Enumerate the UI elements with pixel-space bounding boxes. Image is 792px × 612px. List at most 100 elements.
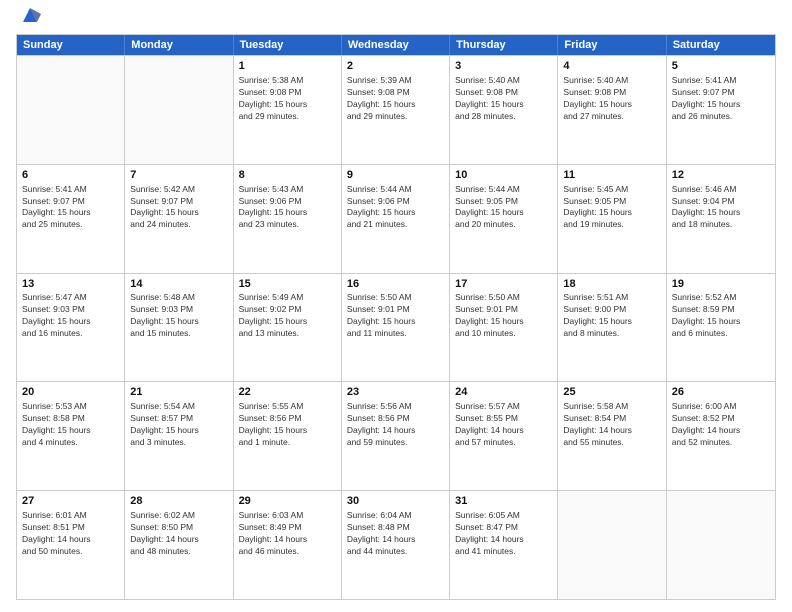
calendar-cell: 14Sunrise: 5:48 AM Sunset: 9:03 PM Dayli… <box>125 274 233 382</box>
cell-day-number: 5 <box>672 59 770 74</box>
cell-day-number: 2 <box>347 59 444 74</box>
cell-day-number: 11 <box>563 168 660 183</box>
cell-day-number: 23 <box>347 385 444 400</box>
calendar-cell: 7Sunrise: 5:42 AM Sunset: 9:07 PM Daylig… <box>125 165 233 273</box>
weekday-header-friday: Friday <box>558 35 666 55</box>
cell-info: Sunrise: 6:04 AM Sunset: 8:48 PM Dayligh… <box>347 510 444 558</box>
cell-day-number: 21 <box>130 385 227 400</box>
cell-day-number: 25 <box>563 385 660 400</box>
cell-info: Sunrise: 5:40 AM Sunset: 9:08 PM Dayligh… <box>455 75 552 123</box>
calendar-cell: 28Sunrise: 6:02 AM Sunset: 8:50 PM Dayli… <box>125 491 233 599</box>
cell-day-number: 15 <box>239 277 336 292</box>
cell-day-number: 26 <box>672 385 770 400</box>
calendar-cell: 11Sunrise: 5:45 AM Sunset: 9:05 PM Dayli… <box>558 165 666 273</box>
calendar-cell: 18Sunrise: 5:51 AM Sunset: 9:00 PM Dayli… <box>558 274 666 382</box>
cell-info: Sunrise: 5:50 AM Sunset: 9:01 PM Dayligh… <box>455 292 552 340</box>
calendar-cell: 22Sunrise: 5:55 AM Sunset: 8:56 PM Dayli… <box>234 382 342 490</box>
calendar-row-2: 13Sunrise: 5:47 AM Sunset: 9:03 PM Dayli… <box>17 273 775 382</box>
cell-info: Sunrise: 5:43 AM Sunset: 9:06 PM Dayligh… <box>239 184 336 232</box>
cell-info: Sunrise: 6:03 AM Sunset: 8:49 PM Dayligh… <box>239 510 336 558</box>
calendar-cell: 30Sunrise: 6:04 AM Sunset: 8:48 PM Dayli… <box>342 491 450 599</box>
calendar-header: SundayMondayTuesdayWednesdayThursdayFrid… <box>17 35 775 55</box>
cell-info: Sunrise: 5:53 AM Sunset: 8:58 PM Dayligh… <box>22 401 119 449</box>
cell-info: Sunrise: 5:58 AM Sunset: 8:54 PM Dayligh… <box>563 401 660 449</box>
calendar-cell: 29Sunrise: 6:03 AM Sunset: 8:49 PM Dayli… <box>234 491 342 599</box>
cell-info: Sunrise: 5:50 AM Sunset: 9:01 PM Dayligh… <box>347 292 444 340</box>
weekday-header-tuesday: Tuesday <box>234 35 342 55</box>
cell-day-number: 27 <box>22 494 119 509</box>
page: SundayMondayTuesdayWednesdayThursdayFrid… <box>0 0 792 612</box>
weekday-header-sunday: Sunday <box>17 35 125 55</box>
cell-day-number: 3 <box>455 59 552 74</box>
calendar-row-1: 6Sunrise: 5:41 AM Sunset: 9:07 PM Daylig… <box>17 164 775 273</box>
cell-day-number: 10 <box>455 168 552 183</box>
cell-day-number: 29 <box>239 494 336 509</box>
calendar-cell: 5Sunrise: 5:41 AM Sunset: 9:07 PM Daylig… <box>667 56 775 164</box>
cell-day-number: 31 <box>455 494 552 509</box>
cell-info: Sunrise: 5:40 AM Sunset: 9:08 PM Dayligh… <box>563 75 660 123</box>
calendar-cell: 9Sunrise: 5:44 AM Sunset: 9:06 PM Daylig… <box>342 165 450 273</box>
calendar-cell: 23Sunrise: 5:56 AM Sunset: 8:56 PM Dayli… <box>342 382 450 490</box>
calendar-cell: 31Sunrise: 6:05 AM Sunset: 8:47 PM Dayli… <box>450 491 558 599</box>
calendar-cell: 2Sunrise: 5:39 AM Sunset: 9:08 PM Daylig… <box>342 56 450 164</box>
cell-info: Sunrise: 5:57 AM Sunset: 8:55 PM Dayligh… <box>455 401 552 449</box>
cell-info: Sunrise: 6:05 AM Sunset: 8:47 PM Dayligh… <box>455 510 552 558</box>
calendar-cell: 16Sunrise: 5:50 AM Sunset: 9:01 PM Dayli… <box>342 274 450 382</box>
cell-info: Sunrise: 5:44 AM Sunset: 9:06 PM Dayligh… <box>347 184 444 232</box>
cell-day-number: 14 <box>130 277 227 292</box>
cell-info: Sunrise: 5:46 AM Sunset: 9:04 PM Dayligh… <box>672 184 770 232</box>
calendar-cell: 13Sunrise: 5:47 AM Sunset: 9:03 PM Dayli… <box>17 274 125 382</box>
cell-info: Sunrise: 5:41 AM Sunset: 9:07 PM Dayligh… <box>672 75 770 123</box>
cell-day-number: 12 <box>672 168 770 183</box>
cell-info: Sunrise: 5:38 AM Sunset: 9:08 PM Dayligh… <box>239 75 336 123</box>
weekday-header-wednesday: Wednesday <box>342 35 450 55</box>
calendar: SundayMondayTuesdayWednesdayThursdayFrid… <box>16 34 776 600</box>
cell-info: Sunrise: 5:51 AM Sunset: 9:00 PM Dayligh… <box>563 292 660 340</box>
calendar-cell: 24Sunrise: 5:57 AM Sunset: 8:55 PM Dayli… <box>450 382 558 490</box>
calendar-cell <box>667 491 775 599</box>
cell-info: Sunrise: 5:56 AM Sunset: 8:56 PM Dayligh… <box>347 401 444 449</box>
cell-day-number: 13 <box>22 277 119 292</box>
calendar-row-3: 20Sunrise: 5:53 AM Sunset: 8:58 PM Dayli… <box>17 381 775 490</box>
cell-info: Sunrise: 6:00 AM Sunset: 8:52 PM Dayligh… <box>672 401 770 449</box>
cell-info: Sunrise: 5:47 AM Sunset: 9:03 PM Dayligh… <box>22 292 119 340</box>
weekday-header-saturday: Saturday <box>667 35 775 55</box>
calendar-cell: 4Sunrise: 5:40 AM Sunset: 9:08 PM Daylig… <box>558 56 666 164</box>
cell-day-number: 22 <box>239 385 336 400</box>
cell-day-number: 7 <box>130 168 227 183</box>
calendar-cell <box>125 56 233 164</box>
cell-day-number: 30 <box>347 494 444 509</box>
calendar-cell: 25Sunrise: 5:58 AM Sunset: 8:54 PM Dayli… <box>558 382 666 490</box>
calendar-body: 1Sunrise: 5:38 AM Sunset: 9:08 PM Daylig… <box>17 55 775 599</box>
cell-day-number: 1 <box>239 59 336 74</box>
cell-info: Sunrise: 5:48 AM Sunset: 9:03 PM Dayligh… <box>130 292 227 340</box>
calendar-cell: 19Sunrise: 5:52 AM Sunset: 8:59 PM Dayli… <box>667 274 775 382</box>
cell-day-number: 17 <box>455 277 552 292</box>
calendar-cell: 15Sunrise: 5:49 AM Sunset: 9:02 PM Dayli… <box>234 274 342 382</box>
cell-day-number: 16 <box>347 277 444 292</box>
cell-day-number: 20 <box>22 385 119 400</box>
cell-info: Sunrise: 5:49 AM Sunset: 9:02 PM Dayligh… <box>239 292 336 340</box>
cell-info: Sunrise: 6:01 AM Sunset: 8:51 PM Dayligh… <box>22 510 119 558</box>
calendar-cell: 21Sunrise: 5:54 AM Sunset: 8:57 PM Dayli… <box>125 382 233 490</box>
cell-info: Sunrise: 5:41 AM Sunset: 9:07 PM Dayligh… <box>22 184 119 232</box>
calendar-cell: 27Sunrise: 6:01 AM Sunset: 8:51 PM Dayli… <box>17 491 125 599</box>
cell-info: Sunrise: 5:44 AM Sunset: 9:05 PM Dayligh… <box>455 184 552 232</box>
calendar-row-0: 1Sunrise: 5:38 AM Sunset: 9:08 PM Daylig… <box>17 55 775 164</box>
calendar-cell: 3Sunrise: 5:40 AM Sunset: 9:08 PM Daylig… <box>450 56 558 164</box>
logo-icon <box>19 4 41 26</box>
calendar-cell: 8Sunrise: 5:43 AM Sunset: 9:06 PM Daylig… <box>234 165 342 273</box>
cell-info: Sunrise: 5:55 AM Sunset: 8:56 PM Dayligh… <box>239 401 336 449</box>
calendar-cell <box>558 491 666 599</box>
cell-day-number: 9 <box>347 168 444 183</box>
calendar-cell <box>17 56 125 164</box>
cell-day-number: 19 <box>672 277 770 292</box>
calendar-cell: 12Sunrise: 5:46 AM Sunset: 9:04 PM Dayli… <box>667 165 775 273</box>
cell-day-number: 8 <box>239 168 336 183</box>
cell-info: Sunrise: 5:45 AM Sunset: 9:05 PM Dayligh… <box>563 184 660 232</box>
cell-day-number: 4 <box>563 59 660 74</box>
cell-day-number: 28 <box>130 494 227 509</box>
cell-info: Sunrise: 6:02 AM Sunset: 8:50 PM Dayligh… <box>130 510 227 558</box>
cell-day-number: 18 <box>563 277 660 292</box>
cell-info: Sunrise: 5:39 AM Sunset: 9:08 PM Dayligh… <box>347 75 444 123</box>
